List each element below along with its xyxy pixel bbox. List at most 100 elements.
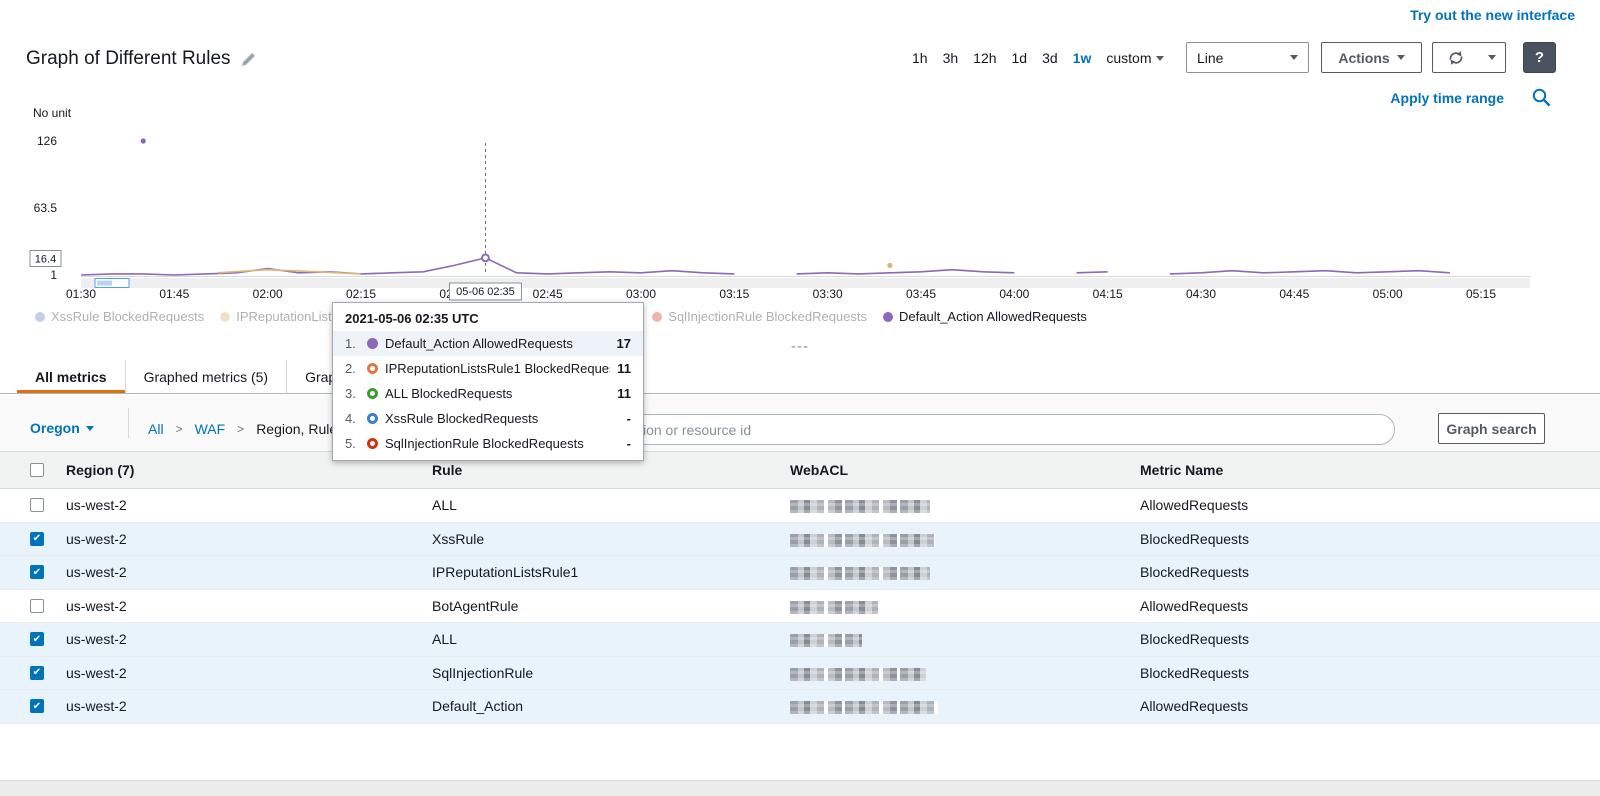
table-row[interactable]: ✔us-west-2Default_ActionAllowedRequests bbox=[0, 690, 1600, 724]
cell-webacl bbox=[784, 631, 1134, 647]
chart-type-select[interactable]: Line bbox=[1186, 42, 1309, 73]
table-row[interactable]: ✔us-west-2XssRuleBlockedRequests bbox=[0, 523, 1600, 557]
table-row[interactable]: ✔us-west-2IPReputationListsRule1BlockedR… bbox=[0, 556, 1600, 590]
filter-divider bbox=[128, 408, 129, 438]
time-range-1w[interactable]: 1w bbox=[1073, 50, 1092, 66]
webacl-redacted-value bbox=[790, 601, 878, 614]
cell-metric-name: BlockedRequests bbox=[1134, 531, 1600, 547]
x-tick-label: 02:15 bbox=[346, 287, 376, 301]
refresh-button[interactable] bbox=[1432, 42, 1479, 73]
row-checkbox[interactable]: ✔ bbox=[30, 532, 44, 546]
chevron-down-icon bbox=[86, 426, 94, 431]
breadcrumb-all[interactable]: All bbox=[148, 421, 164, 437]
x-tick-label: 03:30 bbox=[813, 287, 843, 301]
x-tick-label: 04:30 bbox=[1186, 287, 1216, 301]
cell-rule: IPReputationListsRule1 bbox=[426, 564, 784, 580]
chart-resize-handle[interactable]: --- bbox=[0, 338, 1600, 355]
row-checkbox[interactable] bbox=[30, 599, 44, 613]
time-range-group: 1h 3h 12h 1d 3d 1w custom bbox=[912, 50, 1164, 66]
cell-region: us-west-2 bbox=[60, 631, 426, 647]
isolated-data-point bbox=[141, 138, 146, 143]
cell-region: us-west-2 bbox=[60, 598, 426, 614]
cell-rule: ALL bbox=[426, 497, 784, 513]
tab-label: All metrics bbox=[35, 369, 107, 385]
y-tick-label: 126 bbox=[37, 134, 57, 148]
actions-button[interactable]: Actions bbox=[1321, 42, 1422, 73]
tooltip-row: 2.IPReputationListsRule1 BlockedRequests… bbox=[333, 356, 643, 381]
series-marker-icon bbox=[367, 388, 378, 399]
webacl-redacted-value bbox=[790, 634, 862, 647]
cell-metric-name: AllowedRequests bbox=[1134, 598, 1600, 614]
tooltip-title: 2021-05-06 02:35 UTC bbox=[333, 303, 643, 331]
tooltip-row-label: XssRule BlockedRequests bbox=[385, 411, 620, 426]
chart-type-value: Line bbox=[1197, 50, 1223, 66]
svg-text:05-06 02:35: 05-06 02:35 bbox=[456, 286, 515, 298]
chart-scrollbar-track[interactable] bbox=[81, 278, 1530, 288]
tab-all-metrics[interactable]: All metrics bbox=[17, 360, 126, 393]
region-selector[interactable]: Oregon bbox=[30, 420, 94, 436]
series-line-default-action-allowedrequests bbox=[1077, 272, 1108, 273]
x-tick-label: 04:15 bbox=[1093, 287, 1123, 301]
try-new-interface-link[interactable]: Try out the new interface bbox=[1410, 7, 1575, 23]
table-row[interactable]: ✔us-west-2SqlInjectionRuleBlockedRequest… bbox=[0, 657, 1600, 691]
region-selector-value: Oregon bbox=[30, 420, 80, 436]
legend-label: SqlInjectionRule BlockedRequests bbox=[668, 309, 867, 324]
time-range-3d[interactable]: 3d bbox=[1042, 50, 1058, 66]
time-range-12h[interactable]: 12h bbox=[973, 50, 996, 66]
table-row[interactable]: ✔us-west-2ALLBlockedRequests bbox=[0, 623, 1600, 657]
table-row[interactable]: us-west-2ALLAllowedRequests bbox=[0, 489, 1600, 523]
table-header: Region (7) Rule WebACL Metric Name bbox=[0, 452, 1600, 489]
x-tick-label: 01:30 bbox=[66, 287, 96, 301]
apply-time-range-link[interactable]: Apply time range bbox=[1390, 90, 1504, 106]
breadcrumb-waf[interactable]: WAF bbox=[195, 421, 226, 437]
x-tick-label: 04:00 bbox=[999, 287, 1029, 301]
select-all-cell bbox=[0, 463, 60, 477]
x-tick-label: 03:45 bbox=[906, 287, 936, 301]
legend-item-default-action-allowedrequests[interactable]: Default_Action AllowedRequests bbox=[883, 309, 1087, 324]
x-tick-label: 02:45 bbox=[533, 287, 563, 301]
row-checkbox[interactable]: ✔ bbox=[30, 565, 44, 579]
tooltip-row-label: IPReputationListsRule1 BlockedRequests bbox=[385, 361, 610, 376]
tab-graphed-metrics-5[interactable]: Graphed metrics (5) bbox=[126, 360, 287, 393]
tooltip-row-label: SqlInjectionRule BlockedRequests bbox=[385, 436, 620, 451]
column-header-metric-name: Metric Name bbox=[1134, 462, 1600, 478]
row-checkbox[interactable]: ✔ bbox=[30, 699, 44, 713]
cell-rule: BotAgentRule bbox=[426, 598, 784, 614]
series-color-icon bbox=[883, 312, 893, 322]
time-range-1h[interactable]: 1h bbox=[912, 50, 928, 66]
chevron-down-icon bbox=[1156, 56, 1164, 61]
time-range-custom[interactable]: custom bbox=[1106, 50, 1164, 66]
webacl-redacted-value bbox=[790, 500, 930, 513]
metrics-table: Region (7) Rule WebACL Metric Name us-we… bbox=[0, 452, 1600, 724]
column-header-rule: Rule bbox=[426, 462, 784, 478]
series-marker-icon bbox=[367, 363, 378, 374]
row-checkbox[interactable] bbox=[30, 498, 44, 512]
row-checkbox[interactable]: ✔ bbox=[30, 632, 44, 646]
edit-pencil-icon[interactable] bbox=[241, 52, 256, 67]
time-range-1d[interactable]: 1d bbox=[1012, 50, 1028, 66]
tooltip-row: 4.XssRule BlockedRequests- bbox=[333, 406, 643, 431]
table-row[interactable]: us-west-2BotAgentRule AllowedRequests bbox=[0, 590, 1600, 624]
legend-item-xssrule-blockedrequests[interactable]: XssRule BlockedRequests bbox=[35, 309, 204, 324]
cell-region: us-west-2 bbox=[60, 497, 426, 513]
y-tick-label: 1 bbox=[50, 268, 57, 282]
select-all-checkbox[interactable] bbox=[30, 463, 44, 477]
webacl-redacted-value bbox=[790, 567, 930, 580]
metrics-chart[interactable]: 12663.5101:3001:4502:0002:1502:3002:4503… bbox=[0, 123, 1600, 309]
graph-search-button[interactable]: Graph search bbox=[1438, 413, 1545, 444]
time-range-3h[interactable]: 3h bbox=[943, 50, 959, 66]
help-button[interactable]: ? bbox=[1523, 42, 1556, 73]
refresh-options-button[interactable] bbox=[1478, 42, 1506, 73]
tabs-row: All metricsGraphed metrics (5)Graph opti… bbox=[0, 360, 1600, 394]
cell-rule: Default_Action bbox=[426, 698, 784, 714]
tooltip-rows: 1.Default_Action AllowedRequests172.IPRe… bbox=[333, 331, 643, 456]
zoom-search-icon[interactable] bbox=[1531, 87, 1552, 108]
series-color-icon bbox=[652, 312, 662, 322]
bottom-scrollbar[interactable] bbox=[0, 780, 1600, 796]
row-checkbox[interactable]: ✔ bbox=[30, 666, 44, 680]
tooltip-row-value: - bbox=[627, 411, 631, 426]
tooltip-row-value: - bbox=[627, 436, 631, 451]
legend-item-sqlinjectionrule-blockedrequests[interactable]: SqlInjectionRule BlockedRequests bbox=[652, 309, 867, 324]
x-tick-label: 02:00 bbox=[253, 287, 283, 301]
cell-webacl bbox=[784, 497, 1134, 513]
